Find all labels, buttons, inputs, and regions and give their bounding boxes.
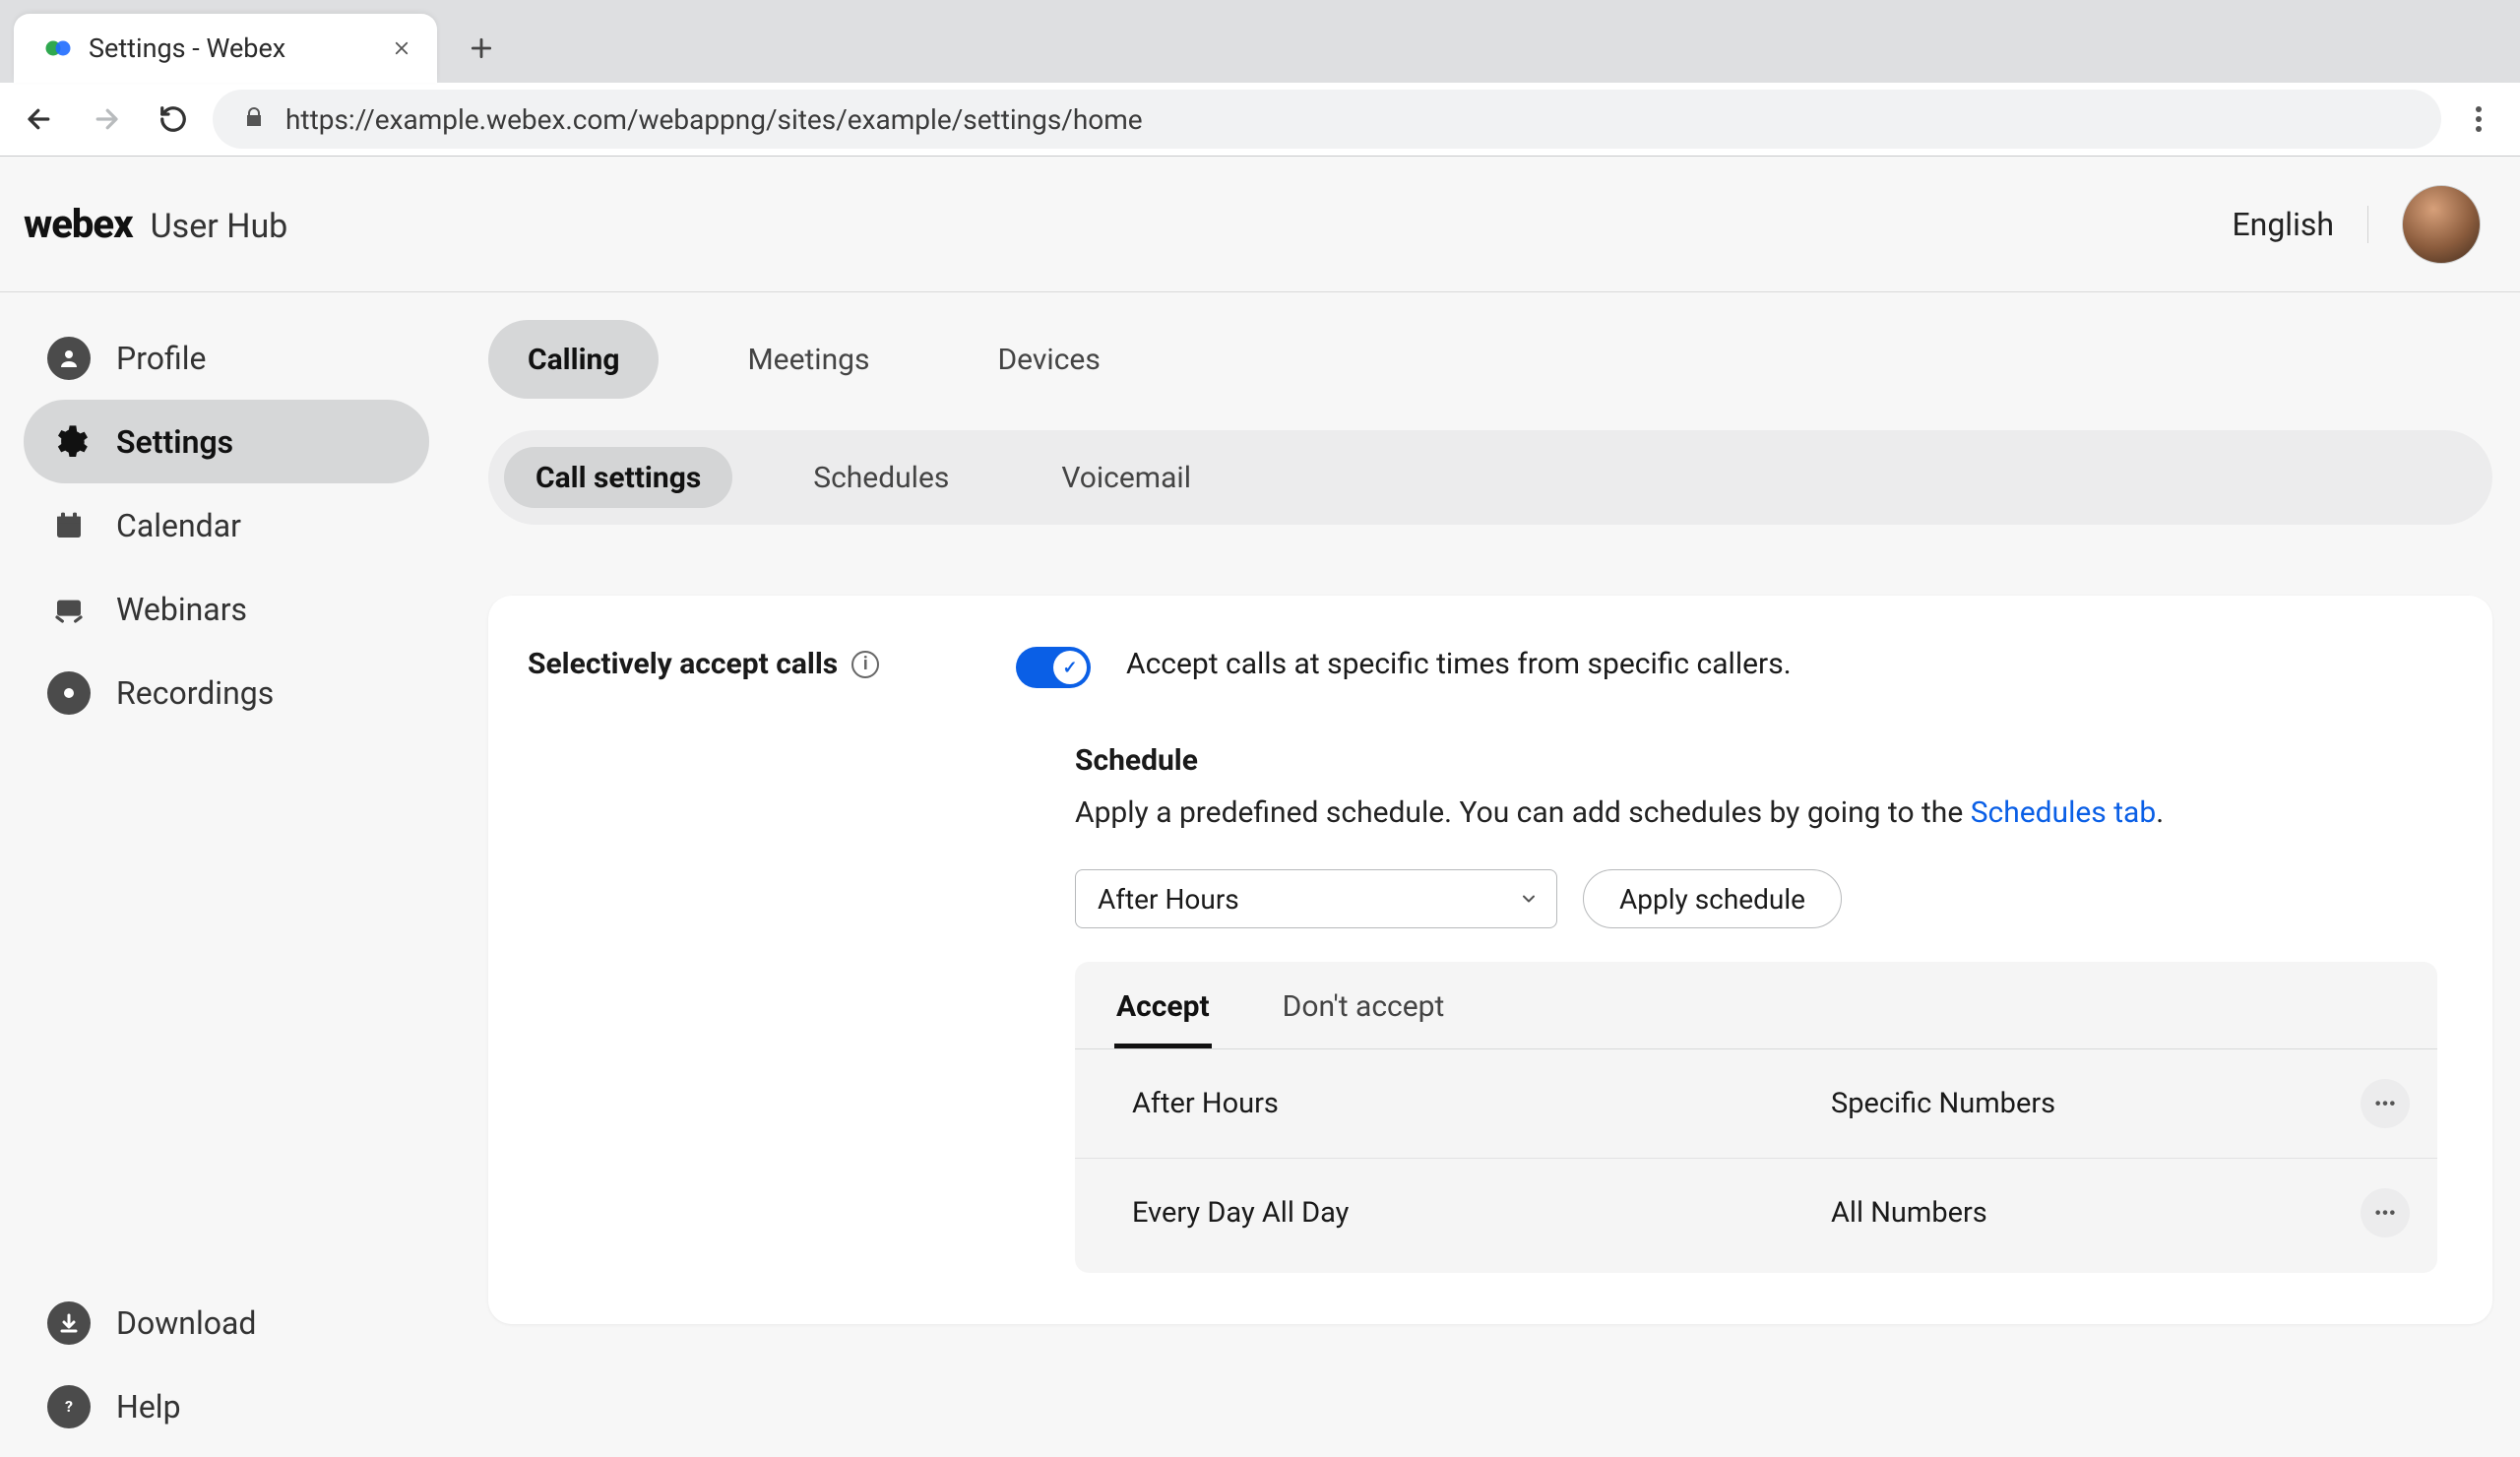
sidebar-item-settings[interactable]: Settings: [24, 400, 429, 483]
info-icon[interactable]: i: [851, 651, 879, 678]
schedule-description: Apply a predefined schedule. You can add…: [1075, 795, 2437, 830]
record-icon: [47, 671, 91, 715]
sidebar-item-label: Profile: [116, 340, 206, 377]
settings-card: Selectively accept calls i Accept calls …: [488, 596, 2492, 1324]
reload-button[interactable]: [146, 92, 201, 147]
rule-target: All Numbers: [1831, 1196, 2361, 1230]
sidebar-item-webinars[interactable]: Webinars: [24, 567, 429, 651]
tab-devices[interactable]: Devices: [958, 320, 1139, 399]
selectively-accept-calls-label: Selectively accept calls i: [528, 647, 980, 681]
selectively-accept-calls-desc: Accept calls at specific times from spec…: [1126, 647, 1792, 681]
schedule-heading: Schedule: [1075, 743, 2437, 778]
selectively-accept-calls-toggle[interactable]: [1016, 647, 1091, 688]
browser-chrome: Settings - Webex https://example.webex.c…: [0, 0, 2520, 157]
forward-button[interactable]: [79, 92, 134, 147]
sidebar-item-label: Recordings: [116, 674, 274, 712]
url-text: https://example.webex.com/webappng/sites…: [285, 103, 1143, 136]
sidebar-item-label: Download: [116, 1304, 256, 1342]
subtab-schedules[interactable]: Schedules: [782, 447, 980, 508]
sidebar-item-help[interactable]: ? Help: [24, 1364, 429, 1448]
schedules-tab-link[interactable]: Schedules tab: [1971, 795, 2157, 830]
rule-target: Specific Numbers: [1831, 1087, 2361, 1120]
webinars-icon: [47, 588, 91, 631]
schedule-select[interactable]: After Hours: [1075, 869, 1557, 928]
sidebar-item-label: Webinars: [116, 591, 247, 628]
subtab-voicemail[interactable]: Voicemail: [1030, 447, 1223, 508]
sidebar-item-calendar[interactable]: Calendar: [24, 483, 429, 567]
primary-tabs: Calling Meetings Devices: [488, 320, 2492, 399]
rule-row: After Hours Specific Numbers: [1075, 1049, 2437, 1159]
sidebar-item-label: Settings: [116, 423, 233, 461]
secondary-tabs: Call settings Schedules Voicemail: [488, 430, 2492, 525]
apply-schedule-button[interactable]: Apply schedule: [1583, 869, 1842, 928]
schedule-select-value: After Hours: [1098, 883, 1239, 916]
brand-subtitle: User Hub: [151, 207, 288, 246]
subtab-call-settings[interactable]: Call settings: [504, 447, 732, 508]
browser-menu-button[interactable]: [2453, 94, 2504, 145]
chevron-down-icon: [1519, 889, 1539, 909]
header-right: English: [2232, 185, 2481, 264]
lock-icon: [242, 103, 266, 136]
address-bar[interactable]: https://example.webex.com/webappng/sites…: [213, 90, 2441, 149]
inner-tab-accept[interactable]: Accept: [1114, 970, 1212, 1048]
close-tab-icon[interactable]: [388, 34, 415, 62]
help-icon: ?: [47, 1385, 91, 1428]
sidebar-item-label: Help: [116, 1388, 181, 1425]
inner-tab-dont-accept[interactable]: Don't accept: [1281, 970, 1447, 1048]
gear-icon: [47, 420, 91, 464]
tab-calling[interactable]: Calling: [488, 320, 659, 399]
main-content: Calling Meetings Devices Call settings S…: [453, 292, 2520, 1457]
rule-menu-button[interactable]: [2361, 1188, 2410, 1237]
workspace: Profile Settings Calendar Webinars: [0, 292, 2520, 1457]
sidebar-item-profile[interactable]: Profile: [24, 316, 429, 400]
browser-tab-title: Settings - Webex: [89, 32, 372, 64]
svg-text:?: ?: [65, 1397, 73, 1416]
brand-logo: webex: [24, 201, 133, 247]
webex-favicon: [43, 33, 73, 63]
rule-menu-button[interactable]: [2361, 1079, 2410, 1128]
sidebar: Profile Settings Calendar Webinars: [0, 292, 453, 1457]
sidebar-item-download[interactable]: Download: [24, 1281, 429, 1364]
browser-toolbar: https://example.webex.com/webappng/sites…: [0, 83, 2520, 156]
tab-meetings[interactable]: Meetings: [708, 320, 909, 399]
sidebar-item-label: Calendar: [116, 507, 241, 544]
brand: webex User Hub: [24, 201, 287, 247]
app-header: webex User Hub English: [0, 157, 2520, 292]
tab-strip: Settings - Webex: [0, 0, 2520, 83]
language-selector[interactable]: English: [2232, 206, 2368, 243]
accept-table: Accept Don't accept After Hours Specific…: [1075, 962, 2437, 1273]
rule-name: Every Day All Day: [1132, 1196, 1831, 1230]
new-tab-button[interactable]: [455, 22, 508, 75]
download-icon: [47, 1301, 91, 1345]
avatar[interactable]: [2402, 185, 2481, 264]
calendar-icon: [47, 504, 91, 547]
back-button[interactable]: [12, 92, 67, 147]
browser-tab-active[interactable]: Settings - Webex: [14, 14, 437, 83]
sidebar-item-recordings[interactable]: Recordings: [24, 651, 429, 734]
person-icon: [47, 337, 91, 380]
rule-row: Every Day All Day All Numbers: [1075, 1159, 2437, 1267]
rule-name: After Hours: [1132, 1087, 1831, 1120]
